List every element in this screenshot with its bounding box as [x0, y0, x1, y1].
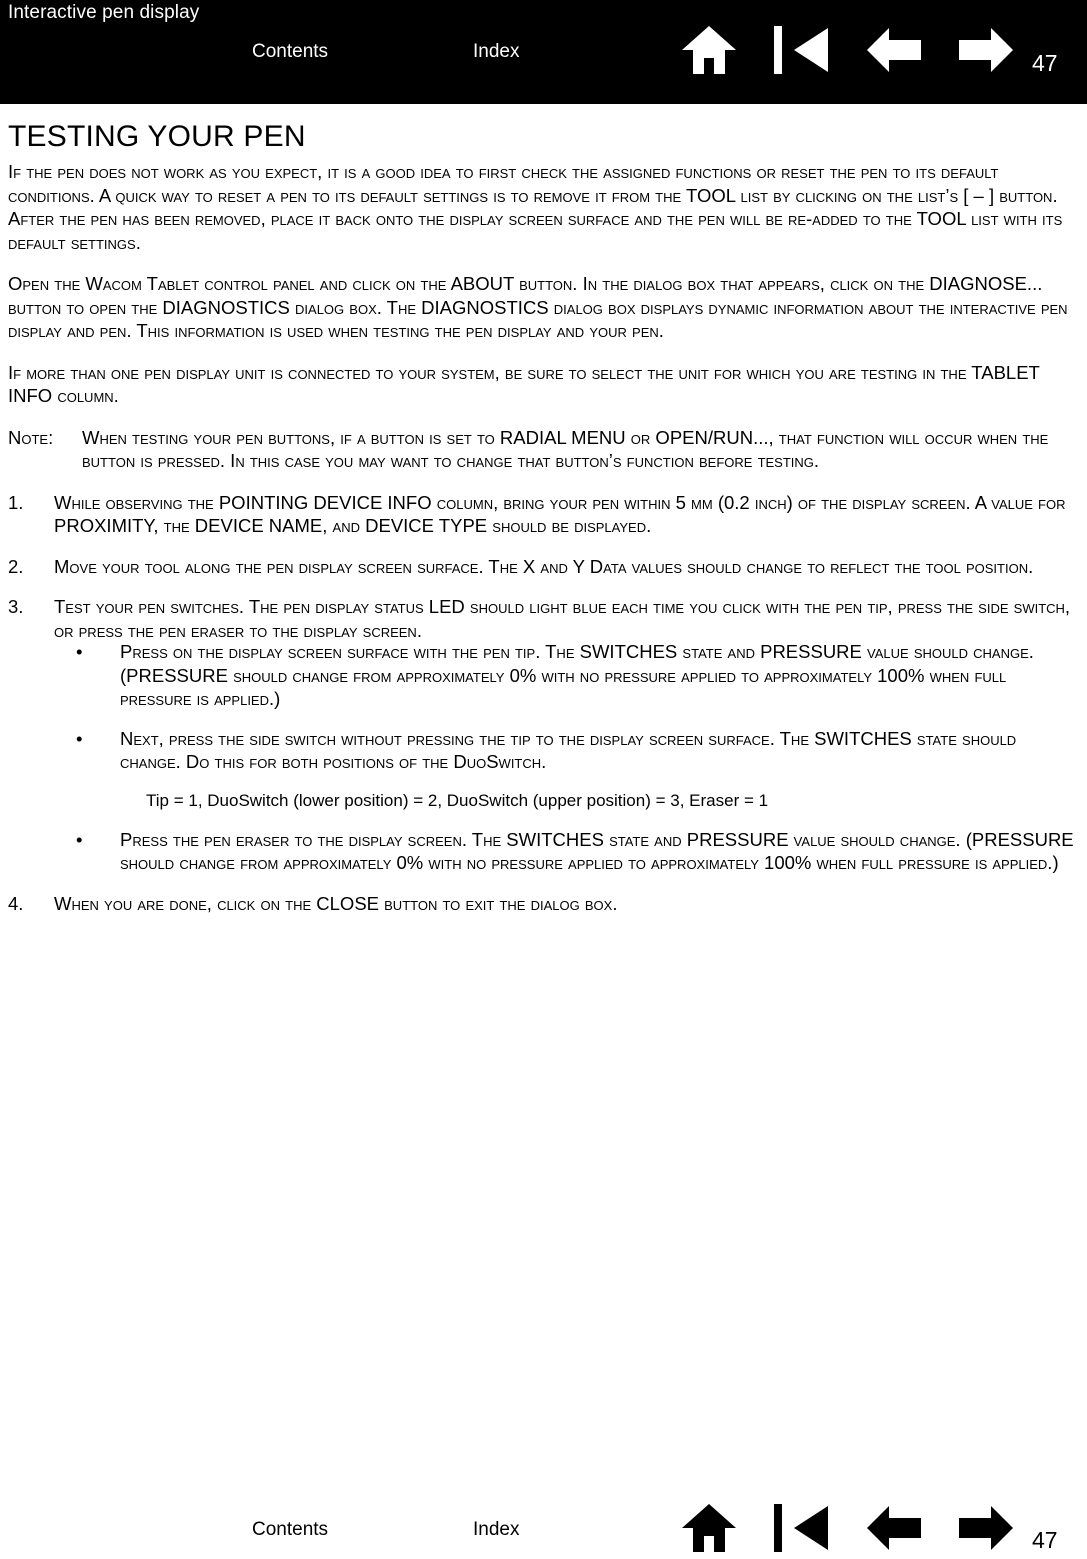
footer-contents-link[interactable]: Contents — [252, 1519, 328, 1541]
switch-values-line: Tip = 1, DuoSwitch (lower position) = 2,… — [146, 790, 769, 810]
page-header: Interactive pen display Contents Index 4… — [0, 0, 1087, 104]
home-icon[interactable] — [680, 24, 738, 81]
footer-nav-icons — [680, 1502, 1015, 1559]
next-page-icon[interactable] — [957, 1502, 1015, 1559]
header-page-number: 47 — [1032, 50, 1058, 76]
home-icon[interactable] — [680, 1502, 738, 1559]
paragraph-multiple-units: If more than one pen display unit is con… — [8, 361, 1040, 407]
bullet-dot-icon: • — [76, 727, 83, 749]
page-title: TESTING YOUR PEN — [8, 120, 306, 153]
page-footer: Contents Index 47 — [0, 1480, 1087, 1555]
step-text-1: While observing the POINTING DEVICE INFO… — [54, 491, 1066, 537]
next-page-icon[interactable] — [957, 24, 1015, 81]
document-title: Interactive pen display — [8, 2, 200, 23]
bullet-dot-icon: • — [76, 641, 83, 662]
step-item-4: 4. When you are done, click on the CLOSE… — [8, 892, 1079, 916]
back-to-top-icon[interactable] — [772, 24, 830, 81]
step-number-3: 3. — [8, 596, 24, 617]
paragraph-reset-pen: If the pen does not work as you expect, … — [8, 161, 1063, 253]
steps-list: 1. While observing the POINTING DEVICE I… — [8, 491, 1079, 916]
bullet-text-pen-tip: Press on the display screen surface with… — [120, 641, 1034, 709]
step-text-2: Move your tool along the pen display scr… — [54, 555, 1034, 577]
paragraph-open-diagnostics: Open the Wacom Tablet control panel and … — [8, 273, 1068, 341]
bullet-text-eraser: Press the pen eraser to the display scre… — [120, 828, 1074, 874]
step-text-4: When you are done, click on the CLOSE bu… — [54, 892, 618, 914]
bullet-item-eraser: • Press the pen eraser to the display sc… — [76, 828, 1079, 875]
step-number-4: 4. — [8, 892, 24, 914]
step-number-2: 2. — [8, 555, 24, 577]
back-to-top-icon[interactable] — [772, 1502, 830, 1559]
bullet-item-side-switch: • Next, press the side switch without pr… — [76, 727, 1079, 774]
previous-page-icon[interactable] — [865, 1502, 923, 1559]
step-3-sublist: • Press on the display screen surface wi… — [76, 640, 1079, 875]
header-contents-link[interactable]: Contents — [252, 41, 328, 63]
bullet-text-side-switch: Next, press the side switch without pres… — [120, 727, 1017, 773]
header-nav-icons — [680, 24, 1015, 81]
step-item-1: 1. While observing the POINTING DEVICE I… — [8, 491, 1079, 538]
step-item-2: 2. Move your tool along the pen display … — [8, 555, 1079, 579]
footer-page-number: 47 — [1032, 1527, 1058, 1553]
step-text-3: Test your pen switches. The pen display … — [54, 596, 1071, 641]
header-index-link[interactable]: Index — [473, 41, 519, 63]
page-content: TESTING YOUR PEN If the pen does not wor… — [8, 120, 1079, 932]
note-text: When testing your pen buttons, if a butt… — [82, 426, 1049, 472]
bullet-dot-icon: • — [76, 828, 83, 850]
bullet-list-continued: • Press the pen eraser to the display sc… — [76, 828, 1079, 875]
footer-index-link[interactable]: Index — [473, 1519, 519, 1541]
note-label: Note: — [8, 426, 54, 448]
step-item-3: 3. Test your pen switches. The pen displ… — [8, 595, 1079, 875]
previous-page-icon[interactable] — [865, 24, 923, 81]
bullet-item-pen-tip: • Press on the display screen surface wi… — [76, 640, 1079, 711]
step-number-1: 1. — [8, 491, 24, 513]
note-block: Note: When testing your pen buttons, if … — [8, 426, 1079, 473]
bullet-list: • Press on the display screen surface wi… — [76, 640, 1079, 774]
